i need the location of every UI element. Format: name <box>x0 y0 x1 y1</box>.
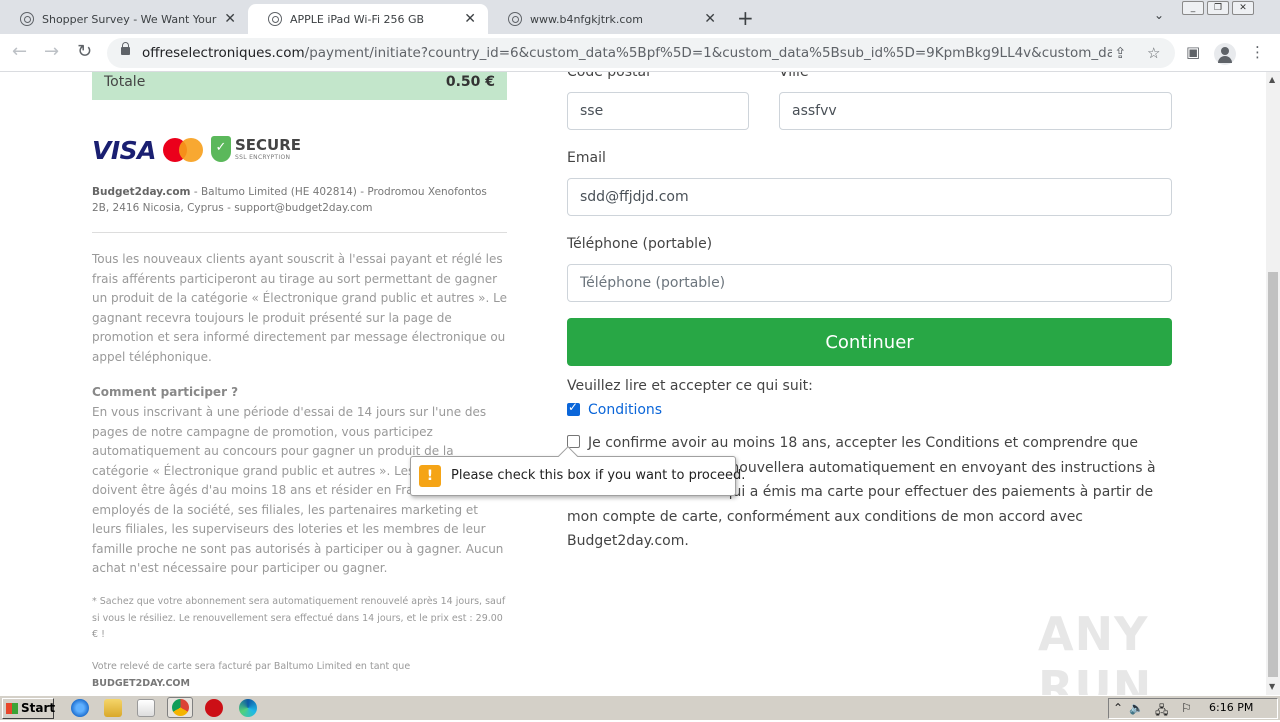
scrollbar-thumb[interactable] <box>1268 272 1278 677</box>
ie-browser-icon[interactable] <box>71 699 89 717</box>
billing-name: BUDGET2DAY.COM <box>92 677 190 689</box>
window-controls: _ ❐ ✕ <box>1182 1 1254 15</box>
tab-title: APPLE iPad Wi-Fi 256 GB <box>290 12 425 26</box>
secure-badge: ✓ SECURE SSL ENCRYPTION <box>211 136 301 164</box>
company-info: Budget2day.com - Baltumo Limited (HE 402… <box>92 184 507 216</box>
secure-subtitle: SSL ENCRYPTION <box>235 154 291 161</box>
page-content: Totale 0.50 € VISA ✓ SECURE SSL ENCRYPTI… <box>0 72 1266 695</box>
postal-code-input[interactable] <box>567 92 749 130</box>
total-label: Totale <box>104 74 146 90</box>
validation-tooltip: ! Please check this box if you want to p… <box>410 456 745 496</box>
start-button[interactable]: Start <box>2 698 55 719</box>
visa-logo: VISA <box>92 136 157 165</box>
chrome-icon <box>172 699 189 716</box>
close-tab-icon[interactable]: ✕ <box>704 11 716 27</box>
share-icon[interactable]: ⇪ <box>1114 44 1127 62</box>
phone-input[interactable] <box>567 264 1172 302</box>
tab-apple-ipad[interactable]: APPLE iPad Wi-Fi 256 GB ✕ <box>248 4 488 34</box>
url-host: offreselectroniques.com <box>142 45 305 61</box>
total-value: 0.50 € <box>445 74 495 90</box>
tab-title: www.b4nfgkjtrk.com <box>530 12 643 26</box>
edge-icon[interactable] <box>239 699 257 717</box>
shield-check-icon: ✓ <box>211 136 231 162</box>
continue-button[interactable]: Continuer <box>567 318 1172 366</box>
media-player-icon[interactable] <box>137 699 155 717</box>
postal-code-label: Code postal <box>567 72 650 80</box>
volume-icon[interactable]: 🔈 <box>1129 701 1144 715</box>
company-name: Budget2day.com <box>92 186 191 198</box>
validation-message: Please check this box if you want to pro… <box>451 468 746 483</box>
flag-icon[interactable]: ⚐ <box>1181 701 1192 715</box>
network-icon[interactable]: 🖧 <box>1155 701 1168 722</box>
page-scrollbar[interactable]: ▲ ▼ <box>1266 72 1280 695</box>
reload-icon[interactable]: ↻ <box>77 42 92 62</box>
city-label: Ville <box>779 72 809 80</box>
secure-title: SECURE <box>235 136 302 154</box>
divider <box>92 232 507 233</box>
minimize-button[interactable]: _ <box>1182 1 1204 15</box>
browser-tab-strip: Shopper Survey - We Want Your Op ✕ APPLE… <box>0 0 1280 34</box>
close-window-button[interactable]: ✕ <box>1232 1 1254 15</box>
conditions-checkbox[interactable] <box>567 400 580 416</box>
chrome-taskbar-button[interactable] <box>167 697 193 718</box>
lock-icon[interactable] <box>121 42 130 55</box>
close-tab-icon[interactable]: ✕ <box>224 11 236 27</box>
address-bar[interactable]: offreselectroniques.com/payment/initiate… <box>107 38 1175 68</box>
windows-taskbar: Start ⌃ 🔈 🖧 ⚐ 6:16 PM <box>0 695 1280 720</box>
browser-toolbar: ← → ↻ offreselectroniques.com/payment/in… <box>0 34 1280 72</box>
email-input[interactable] <box>567 178 1172 216</box>
billing-note: Votre relevé de carte sera facturé par B… <box>92 659 507 692</box>
lottery-paragraph: Tous les nouveaux clients ayant souscrit… <box>92 252 508 364</box>
globe-icon <box>268 12 282 26</box>
url-text[interactable]: offreselectroniques.com/payment/initiate… <box>142 45 1112 61</box>
globe-icon <box>20 12 34 26</box>
billing-text: Votre relevé de carte sera facturé par B… <box>92 661 411 672</box>
side-panel-icon[interactable]: ▣ <box>1186 43 1200 61</box>
tab-shopper-survey[interactable]: Shopper Survey - We Want Your Op ✕ <box>0 4 249 34</box>
tab-search-chevron-icon[interactable]: ⌄ <box>1154 8 1164 22</box>
phone-label: Téléphone (portable) <box>567 236 713 252</box>
scroll-up-arrow-icon[interactable]: ▲ <box>1269 75 1275 84</box>
city-input[interactable] <box>779 92 1172 130</box>
close-tab-icon[interactable]: ✕ <box>464 11 476 27</box>
taskbar-clock: 6:16 PM <box>1209 701 1254 714</box>
how-to-participate-title: Comment participer ? <box>92 385 239 399</box>
url-path: /payment/initiate?country_id=6&custom_da… <box>304 45 1112 61</box>
back-arrow-icon[interactable]: ← <box>12 42 27 62</box>
new-tab-button[interactable]: + <box>737 6 754 30</box>
folder-icon[interactable] <box>104 699 122 717</box>
bookmark-star-icon[interactable]: ☆ <box>1147 44 1160 62</box>
scroll-down-arrow-icon[interactable]: ▼ <box>1269 682 1275 691</box>
forward-arrow-icon[interactable]: → <box>44 42 59 62</box>
conditions-link[interactable]: Conditions <box>588 402 662 418</box>
anyrun-watermark: ANY RUN <box>1038 607 1153 695</box>
tab-b4nfgkjtrk[interactable]: www.b4nfgkjtrk.com ✕ <box>488 4 728 34</box>
menu-kebab-icon[interactable]: ⋮ <box>1250 43 1265 61</box>
globe-icon <box>508 12 522 26</box>
mastercard-logo <box>163 138 203 162</box>
tab-title: Shopper Survey - We Want Your Op <box>42 12 218 26</box>
email-label: Email <box>567 150 606 166</box>
renewal-note: * Sachez que votre abonnement sera autom… <box>92 596 506 640</box>
profile-avatar-icon[interactable] <box>1214 43 1236 65</box>
warning-icon: ! <box>419 465 441 487</box>
mastercard-orange-circle <box>179 138 203 162</box>
opera-icon[interactable] <box>205 699 223 717</box>
maximize-button[interactable]: ❐ <box>1207 1 1229 15</box>
order-total-box: Totale 0.50 € <box>92 72 507 100</box>
tray-expand-icon[interactable]: ⌃ <box>1113 701 1123 715</box>
accept-instructions: Veuillez lire et accepter ce qui suit: <box>567 378 813 394</box>
